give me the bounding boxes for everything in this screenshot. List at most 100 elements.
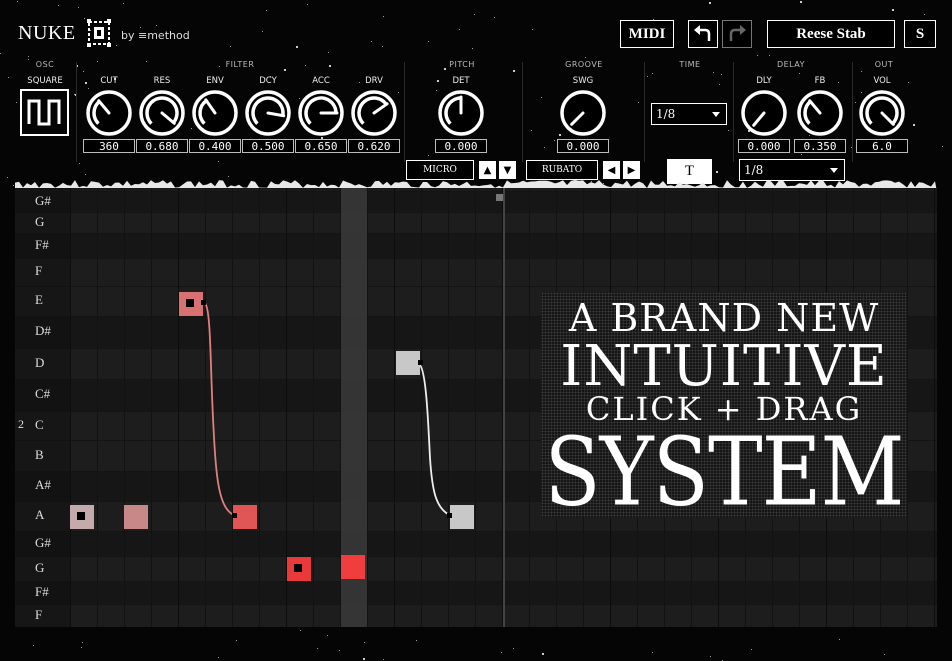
time-division-value: 1/8 [656, 107, 676, 121]
star-dot [364, 642, 366, 644]
note-handle[interactable] [186, 299, 194, 307]
slide-end-handle[interactable] [232, 513, 237, 518]
star-dot [218, 160, 220, 162]
knob-swg[interactable] [558, 88, 608, 138]
star-dot [801, 153, 803, 155]
time-division-select[interactable]: 1/8 [651, 103, 727, 125]
knob-env[interactable] [190, 88, 240, 138]
knob-label-acc: ACC [312, 76, 330, 86]
star-dot [512, 69, 515, 72]
star-dot [115, 45, 117, 47]
save-s-button[interactable]: S [904, 20, 936, 48]
section-label-delay: DELAY [776, 60, 806, 69]
knob-dly[interactable] [739, 88, 789, 138]
note-block[interactable] [124, 505, 148, 529]
star-dot [428, 155, 430, 157]
note-block[interactable] [287, 557, 311, 581]
slide-curve-pink [203, 301, 237, 517]
star-dot [307, 4, 309, 6]
star-dot [156, 25, 158, 27]
knob-value-acc[interactable]: 0.650 [295, 139, 347, 153]
star-dot [710, 655, 712, 657]
star-dot [295, 46, 298, 49]
note-handle[interactable] [77, 512, 85, 520]
nuke-logo-icon [87, 19, 111, 47]
divider [852, 62, 853, 162]
star-dot [646, 76, 648, 78]
star-dot [513, 648, 515, 650]
plugin-window: NUKE by ≡method MIDI Reese Stab S OSC FI… [0, 0, 952, 661]
star-dot [15, 101, 17, 103]
star-dot [799, 0, 802, 3]
star-dot [28, 56, 30, 58]
star-dot [82, 71, 84, 73]
star-dot [769, 54, 771, 56]
knob-value-env[interactable]: 0.400 [189, 139, 241, 153]
star-dot [416, 639, 418, 641]
knob-label-drv: DRV [365, 76, 383, 86]
midi-button[interactable]: MIDI [620, 20, 674, 48]
knob-value-res[interactable]: 0.680 [136, 139, 188, 153]
star-dot [722, 659, 724, 661]
section-label-filter: FILTER [225, 60, 255, 69]
star-dot [719, 83, 721, 85]
star-dot [757, 54, 759, 56]
note-block[interactable] [341, 555, 365, 579]
star-dot [727, 129, 729, 131]
knob-value-dcy[interactable]: 0.500 [242, 139, 294, 153]
divider [76, 62, 77, 162]
knob-value-drv[interactable]: 0.620 [348, 139, 400, 153]
knob-acc[interactable] [296, 88, 346, 138]
knob-label-dly: DLY [756, 76, 772, 86]
knob-label-res: RES [153, 76, 171, 86]
knob-drv[interactable] [349, 88, 399, 138]
knob-vol[interactable] [857, 88, 907, 138]
knob-res[interactable] [137, 88, 187, 138]
undo-icon [694, 25, 711, 41]
note-handle[interactable] [294, 564, 302, 572]
knob-label-dcy: DCY [259, 76, 277, 86]
knob-dcy[interactable] [243, 88, 293, 138]
star-dot [0, 52, 2, 54]
star-dot [720, 74, 722, 76]
star-dot [383, 15, 385, 17]
sequencer-grid[interactable]: G# G F# F E D# D C# C B A# A G# G F# F 2 A BRAND NEW IN… [15, 188, 937, 627]
star-dot [750, 648, 752, 650]
knob-det[interactable] [436, 88, 486, 138]
slide-start-handle[interactable] [201, 300, 206, 305]
knob-value-det[interactable]: 0.000 [435, 139, 487, 153]
section-label-pitch: PITCH [449, 60, 475, 69]
star-dot [713, 72, 715, 74]
star-dot [217, 656, 219, 658]
star-dot [493, 16, 495, 18]
knob-value-cut[interactable]: 360 [83, 139, 135, 153]
redo-button[interactable] [722, 20, 752, 48]
slide-curve-white [418, 363, 453, 517]
note-block[interactable] [450, 505, 474, 529]
star-dot [912, 124, 915, 127]
star-dot [139, 26, 141, 28]
star-dot [532, 29, 534, 31]
byline-text: by ≡method [121, 29, 190, 42]
knob-value-swg[interactable]: 0.000 [557, 139, 609, 153]
note-block[interactable] [70, 505, 94, 529]
promo-banner: A BRAND NEW INTUITIVE CLICK + DRAG SYSTE… [541, 292, 907, 527]
knob-fb[interactable] [795, 88, 845, 138]
star-dot [907, 82, 909, 84]
slide-start-handle[interactable] [418, 360, 423, 365]
undo-button[interactable] [688, 20, 718, 48]
preset-name-button[interactable]: Reese Stab [767, 20, 895, 48]
star-dot [427, 41, 429, 43]
note-block[interactable] [396, 351, 420, 375]
knob-cut[interactable] [84, 88, 134, 138]
knob-value-fb[interactable]: 0.350 [794, 139, 846, 153]
slide-end-handle[interactable] [447, 513, 452, 518]
star-dot [798, 73, 800, 75]
star-dot [316, 648, 318, 650]
star-dot [370, 41, 372, 43]
waveform-button[interactable] [20, 89, 69, 136]
knob-value-vol[interactable]: 6.0 [856, 139, 908, 153]
note-block[interactable] [179, 292, 203, 316]
knob-value-dly[interactable]: 0.000 [738, 139, 790, 153]
star-dot [261, 30, 263, 32]
